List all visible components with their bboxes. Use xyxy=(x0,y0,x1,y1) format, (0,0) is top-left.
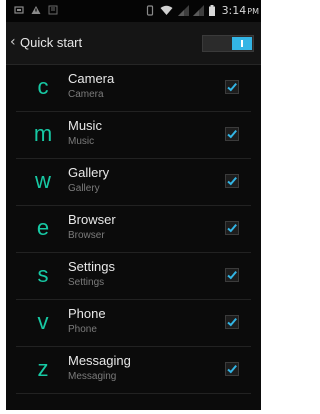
battery-icon xyxy=(209,5,216,16)
switch-thumb xyxy=(232,37,252,50)
check-icon xyxy=(227,129,237,139)
shortcut-letter: e xyxy=(36,215,50,240)
enable-checkbox[interactable] xyxy=(225,221,239,235)
shortcut-letter: m xyxy=(33,121,53,146)
page-title[interactable]: Quick start xyxy=(20,35,82,51)
quick-start-screen: 3:14PM ‹ Quick start c Camera Camera m M… xyxy=(6,0,261,410)
enable-checkbox[interactable] xyxy=(225,80,239,94)
list-item-camera[interactable]: c Camera Camera xyxy=(6,65,261,112)
shortcut-letter: c xyxy=(37,74,49,99)
screenshot-icon xyxy=(48,5,58,15)
shortcut-letter: s xyxy=(37,262,49,287)
app-name: Gallery xyxy=(68,165,110,180)
list-item-settings[interactable]: s Settings Settings xyxy=(6,253,261,300)
clock-time: 3:14 xyxy=(221,4,247,17)
shortcut-letter: z xyxy=(37,356,49,381)
enable-checkbox[interactable] xyxy=(225,127,239,141)
master-switch[interactable] xyxy=(202,35,254,52)
enable-checkbox[interactable] xyxy=(225,268,239,282)
list-item-browser[interactable]: e Browser Browser xyxy=(6,206,261,253)
status-left-icons xyxy=(14,5,58,17)
app-subtitle: Messaging xyxy=(68,371,117,382)
app-subtitle: Music xyxy=(68,136,95,147)
shortcut-letter: w xyxy=(35,168,51,193)
list-item-messaging[interactable]: z Messaging Messaging xyxy=(6,347,261,394)
check-icon xyxy=(227,270,237,280)
signal-icon xyxy=(193,5,205,16)
signal-icon xyxy=(178,5,189,16)
list-item-music[interactable]: m Music Music xyxy=(6,112,261,159)
shortcut-letter: v xyxy=(37,309,49,334)
app-subtitle: Phone xyxy=(68,324,97,335)
enable-checkbox[interactable] xyxy=(225,362,239,376)
app-subtitle: Camera xyxy=(68,89,104,100)
check-icon xyxy=(227,223,237,233)
switch-on-mark xyxy=(241,40,243,47)
wifi-icon xyxy=(160,5,173,15)
warning-icon xyxy=(31,6,41,14)
app-list: c Camera Camera m Music Music w Gallery … xyxy=(6,65,261,394)
check-icon xyxy=(227,317,237,327)
clock: 3:14PM xyxy=(222,4,259,17)
app-name: Browser xyxy=(68,212,116,227)
app-subtitle: Browser xyxy=(68,230,105,241)
app-name: Camera xyxy=(68,71,115,86)
list-item-phone[interactable]: v Phone Phone xyxy=(6,300,261,347)
clock-suffix: PM xyxy=(247,7,259,16)
check-icon xyxy=(227,176,237,186)
enable-checkbox[interactable] xyxy=(225,315,239,329)
app-subtitle: Gallery xyxy=(68,183,100,194)
app-name: Music xyxy=(68,118,102,133)
action-bar: ‹ Quick start xyxy=(6,22,261,65)
status-right-icons: 3:14PM xyxy=(146,4,259,18)
back-icon[interactable]: ‹ xyxy=(10,34,16,50)
enable-checkbox[interactable] xyxy=(225,174,239,188)
check-icon xyxy=(227,364,237,374)
check-icon xyxy=(227,82,237,92)
app-name: Messaging xyxy=(68,353,131,368)
vibrate-icon xyxy=(146,5,153,16)
list-item-gallery[interactable]: w Gallery Gallery xyxy=(6,159,261,206)
status-bar: 3:14PM xyxy=(6,0,261,22)
app-subtitle: Settings xyxy=(68,277,105,288)
app-name: Phone xyxy=(68,306,106,321)
app-name: Settings xyxy=(68,259,115,274)
screen: 3:14PM ‹ Quick start c Camera Camera m M… xyxy=(0,0,261,414)
notification-icon xyxy=(14,6,24,14)
